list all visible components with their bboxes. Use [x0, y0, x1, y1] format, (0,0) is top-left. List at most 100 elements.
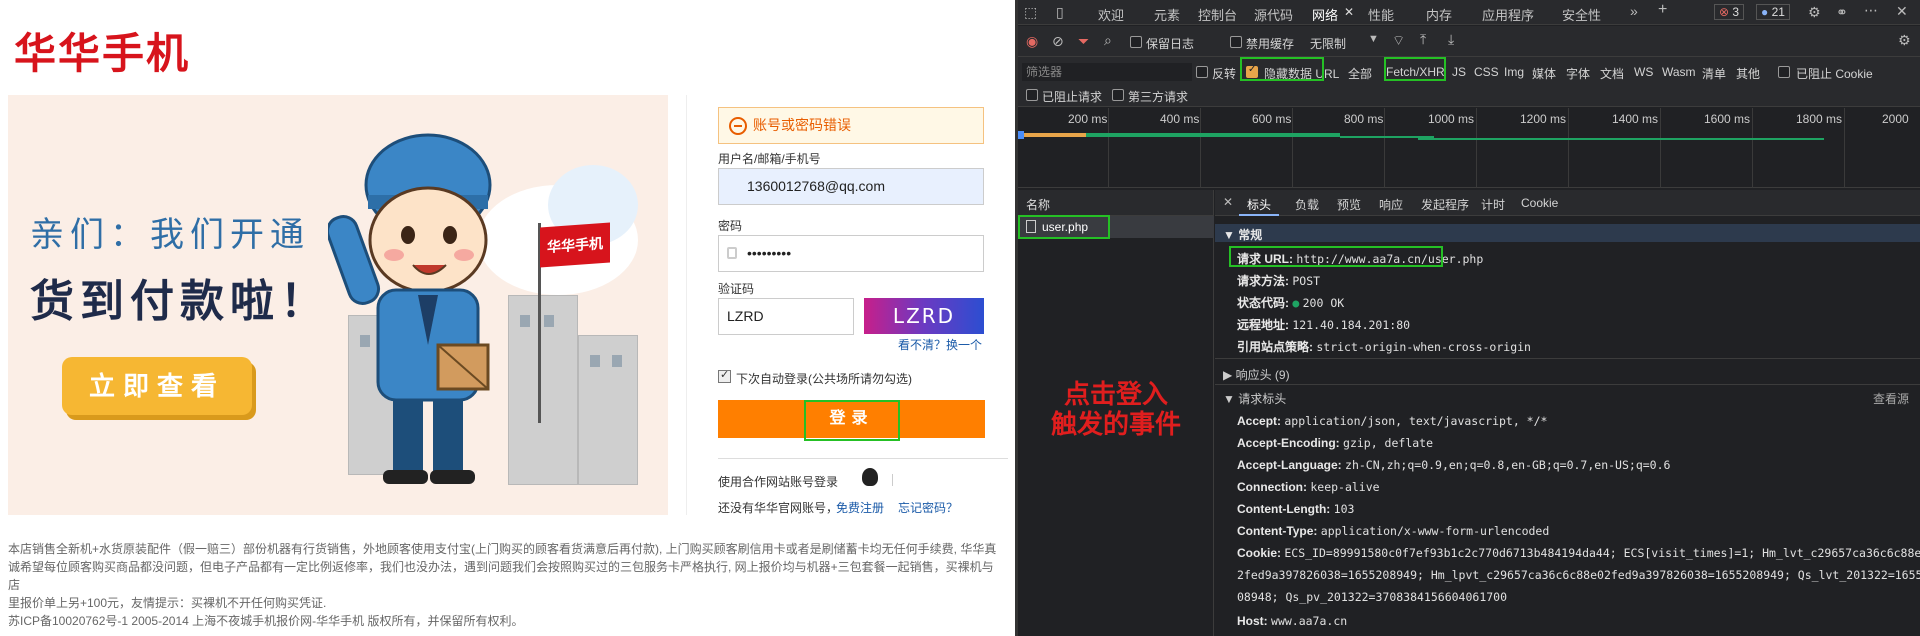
tab-network[interactable]: 网络	[1312, 5, 1339, 30]
close-icon[interactable]: ✕	[1223, 195, 1233, 209]
tab-timing[interactable]: 计时	[1481, 196, 1505, 213]
captcha-label: 验证码	[718, 282, 755, 296]
filter-input[interactable]: 筛选器	[1022, 63, 1192, 81]
device-toolbar-icon[interactable]: ▯	[1056, 4, 1064, 21]
third-party-checkbox[interactable]	[1112, 89, 1124, 101]
type-js[interactable]: JS	[1452, 65, 1466, 79]
customize-icon[interactable]: ⚭	[1836, 4, 1848, 21]
tab-response[interactable]: 响应	[1379, 196, 1403, 213]
tab-welcome[interactable]: 欢迎	[1098, 5, 1124, 24]
type-all[interactable]: 全部	[1348, 65, 1372, 82]
download-icon[interactable]: ⤓	[1448, 31, 1454, 48]
forgot-password-link[interactable]: 忘记密码？	[898, 499, 958, 516]
type-ws[interactable]: WS	[1634, 65, 1653, 79]
close-devtools-icon[interactable]: ✕	[1896, 3, 1908, 20]
throttle-select[interactable]: 无限制	[1310, 35, 1346, 52]
qq-icon[interactable]	[862, 468, 878, 486]
header-accept-language: Accept-Language: zh-CN,zh;q=0.9,en;q=0.8…	[1237, 458, 1671, 472]
request-headers-section[interactable]: ▼ 请求标头	[1223, 390, 1286, 407]
type-img[interactable]: Img	[1504, 65, 1524, 79]
header-cookie-cont: 2fed9a397826038=1655208949; Hm_lpvt_c296…	[1237, 568, 1920, 582]
message-badge[interactable]: ● 21	[1756, 4, 1790, 20]
timeline-tick: 1000 ms	[1428, 112, 1475, 126]
tab-application[interactable]: 应用程序	[1482, 5, 1534, 24]
tab-sources[interactable]: 源代码	[1254, 5, 1293, 24]
status-ok-icon: ●	[1292, 296, 1300, 310]
password-input[interactable]: •••••••••	[718, 235, 984, 272]
disable-cache-checkbox[interactable]	[1230, 36, 1242, 48]
tab-security[interactable]: 安全性	[1562, 5, 1601, 24]
record-icon[interactable]: ◉	[1026, 33, 1038, 50]
view-now-button[interactable]: 立即查看	[62, 357, 252, 415]
building-shape	[578, 335, 638, 485]
general-section-header[interactable]: ▼ 常规	[1215, 224, 1920, 242]
active-tab-underline	[1239, 214, 1279, 216]
invert-checkbox[interactable]	[1196, 66, 1208, 78]
captcha-input[interactable]: LZRD	[718, 298, 854, 335]
request-list: 名称 user.php 点击登入 触发的事件	[1018, 190, 1214, 636]
blocked-cookies-checkbox[interactable]	[1778, 66, 1790, 78]
search-icon[interactable]: ⌕	[1104, 32, 1112, 49]
gear-icon[interactable]: ⚙	[1808, 4, 1821, 21]
tab-console[interactable]: 控制台	[1198, 5, 1237, 24]
blocked-requests-label: 已阻止请求	[1042, 90, 1103, 104]
remember-checkbox[interactable]	[718, 368, 731, 383]
tab-performance[interactable]: 性能	[1368, 5, 1394, 24]
devtools-tabbar: ⬚ ▯ 欢迎 元素 控制台 源代码 网络 ✕ 性能 内存 应用程序 安全性 » …	[1018, 0, 1920, 30]
view-source-link[interactable]: 查看源	[1873, 390, 1909, 407]
wifi-icon[interactable]: ⌔	[1392, 32, 1405, 50]
tab-payload[interactable]: 负载	[1295, 196, 1319, 213]
error-message: 账号或密码错误	[718, 107, 984, 144]
refresh-captcha-link[interactable]: 看不清？换一个	[898, 336, 982, 353]
site-logo[interactable]: 华华手机	[14, 20, 190, 81]
inspect-icon[interactable]: ⬚	[1024, 4, 1037, 21]
tab-initiator[interactable]: 发起程序	[1421, 196, 1469, 213]
disable-cache-label: 禁用缓存	[1246, 37, 1295, 51]
more-tabs-icon[interactable]: »	[1630, 3, 1638, 19]
network-toolbar: ◉ ⊘ ⏷ ⌕ 保留日志 禁用缓存 无限制 ▼ ⌔ ⤒ ⤓ ⚙	[1018, 26, 1920, 57]
annotation-text: 点击登入 触发的事件	[1050, 380, 1181, 440]
type-css[interactable]: CSS	[1474, 65, 1499, 79]
filter-icon[interactable]: ⏷	[1078, 33, 1089, 50]
blocked-requests-checkbox[interactable]	[1026, 89, 1038, 101]
tab-memory[interactable]: 内存	[1426, 5, 1452, 24]
type-wasm[interactable]: Wasm	[1662, 65, 1696, 79]
tab-elements[interactable]: 元素	[1154, 5, 1180, 24]
highlight-box	[1240, 57, 1324, 81]
type-media[interactable]: 媒体	[1532, 65, 1556, 82]
header-host: Host: www.aa7a.cn	[1237, 614, 1348, 628]
tab-preview[interactable]: 预览	[1337, 196, 1361, 213]
response-headers-section[interactable]: ▶ 响应头 (9)	[1223, 366, 1290, 383]
register-link[interactable]: 免费注册	[836, 499, 884, 516]
close-icon[interactable]: ✕	[1344, 5, 1354, 19]
highlight-box	[1229, 246, 1443, 267]
clear-icon[interactable]: ⊘	[1052, 33, 1064, 50]
captcha-image[interactable]: LZRD	[864, 298, 984, 334]
type-doc[interactable]: 文档	[1600, 65, 1624, 82]
error-icon	[729, 117, 747, 135]
highlight-box	[1384, 57, 1446, 81]
promo-banner[interactable]: 华华手机 亲们：我们开通 货到付款啦！ 立即查看	[8, 95, 668, 515]
type-font[interactable]: 字体	[1566, 65, 1590, 82]
settings-gear-icon[interactable]: ⚙	[1898, 32, 1911, 49]
third-party-label: 第三方请求	[1128, 90, 1189, 104]
upload-icon[interactable]: ⤒	[1420, 31, 1426, 48]
preserve-log-checkbox[interactable]	[1130, 36, 1142, 48]
timeline-bar	[1018, 131, 1024, 139]
error-badge[interactable]: ⊗ 3	[1714, 4, 1745, 20]
banner-subheadline: 货到付款啦！	[30, 276, 330, 327]
menu-dots-icon[interactable]: ⋯	[1864, 2, 1878, 19]
add-tab-icon[interactable]: +	[1658, 1, 1667, 19]
highlight-box	[1018, 215, 1110, 239]
type-other[interactable]: 其他	[1736, 65, 1760, 82]
timeline-tick: 800 ms	[1344, 112, 1384, 126]
tab-cookie[interactable]: Cookie	[1521, 196, 1558, 210]
footer-copyright: 苏ICP备10020762号-1 2005-2014 上海不夜城手机报价网-华华…	[8, 614, 524, 628]
tab-headers[interactable]: 标头	[1247, 196, 1271, 213]
header-content-type: Content-Type: application/x-www-form-url…	[1237, 524, 1550, 538]
name-column-header[interactable]: 名称	[1026, 196, 1050, 213]
username-input[interactable]: 1360012768@qq.com	[718, 168, 984, 205]
type-manifest[interactable]: 清单	[1702, 65, 1726, 82]
timeline-tick: 1200 ms	[1520, 112, 1567, 126]
chevron-down-icon[interactable]: ▼	[1368, 33, 1379, 45]
